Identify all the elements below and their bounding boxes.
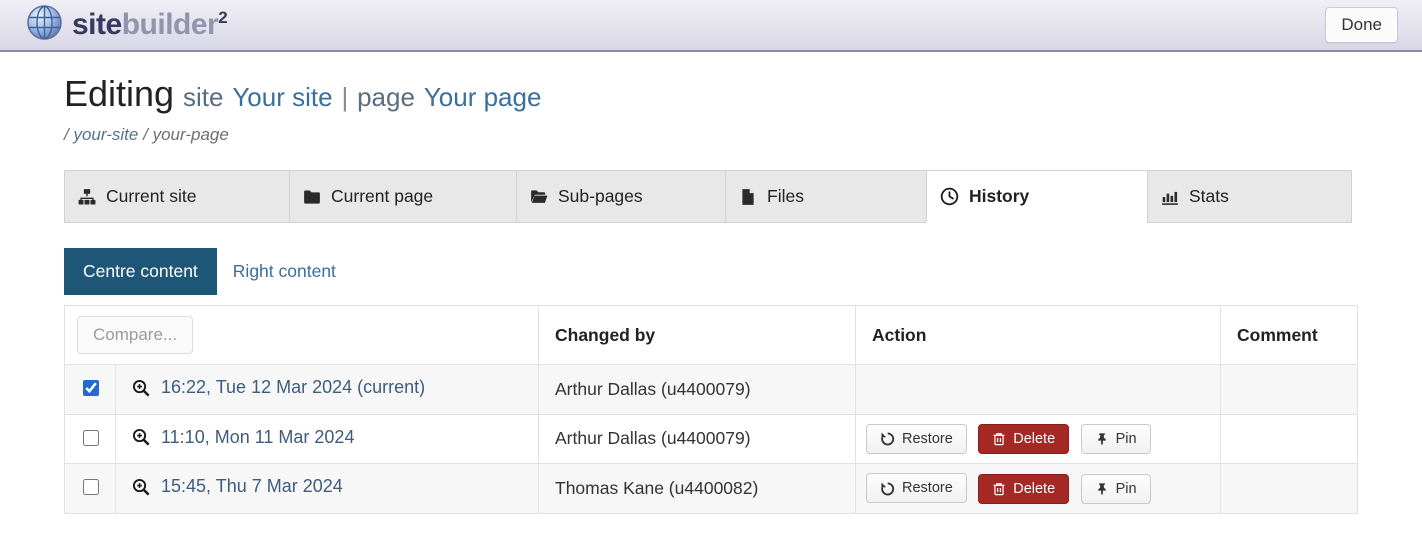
version-checkbox[interactable] bbox=[83, 479, 99, 495]
table-row: 15:45, Thu 7 Mar 2024 Thomas Kane (u4400… bbox=[65, 464, 1358, 514]
restore-button[interactable]: Restore bbox=[866, 424, 967, 454]
tab-label: Current page bbox=[331, 186, 433, 207]
delete-button[interactable]: Delete bbox=[978, 424, 1069, 454]
table-header-row: Compare... Changed by Action Comment bbox=[65, 306, 1358, 365]
tab-current-site[interactable]: Current site bbox=[64, 170, 290, 223]
breadcrumb-page: your-page bbox=[153, 125, 229, 144]
file-icon bbox=[739, 188, 757, 206]
editing-label: Editing bbox=[64, 73, 174, 114]
breadcrumb-slash: / bbox=[143, 125, 148, 144]
version-checkbox[interactable] bbox=[83, 430, 99, 446]
changed-by-cell: Thomas Kane (u4400082) bbox=[539, 464, 856, 514]
main-tab-bar: Current site Current page Sub-pages File… bbox=[64, 170, 1357, 223]
tab-label: Current site bbox=[106, 186, 196, 207]
zoom-in-icon bbox=[132, 428, 150, 446]
undo-icon bbox=[880, 481, 895, 496]
site-name-link[interactable]: Your site bbox=[232, 82, 332, 112]
table-row: 11:10, Mon 11 Mar 2024 Arthur Dallas (u4… bbox=[65, 414, 1358, 464]
undo-icon bbox=[880, 431, 895, 446]
comment-cell bbox=[1221, 365, 1358, 415]
checkbox-cell bbox=[65, 365, 116, 415]
version-label: 16:22, Tue 12 Mar 2024 (current) bbox=[161, 377, 425, 398]
comment-cell bbox=[1221, 414, 1358, 464]
table-row: 16:22, Tue 12 Mar 2024 (current) Arthur … bbox=[65, 365, 1358, 415]
version-link[interactable]: 11:10, Mon 11 Mar 2024 bbox=[132, 427, 354, 448]
folder-icon bbox=[303, 188, 321, 206]
breadcrumb: / your-site / your-page bbox=[64, 125, 1357, 145]
tab-label: Sub-pages bbox=[558, 186, 643, 207]
compare-button[interactable]: Compare... bbox=[77, 316, 193, 354]
pin-button[interactable]: Pin bbox=[1081, 424, 1151, 454]
changed-by-cell: Arthur Dallas (u4400079) bbox=[539, 414, 856, 464]
delete-label: Delete bbox=[1013, 481, 1055, 497]
action-cell: Restore Delete Pin bbox=[856, 414, 1221, 464]
delete-button[interactable]: Delete bbox=[978, 474, 1069, 504]
column-action: Action bbox=[856, 306, 1221, 365]
tab-right-content[interactable]: Right content bbox=[233, 261, 336, 282]
sitebuilder-logo: sitebuilder2 bbox=[26, 4, 227, 46]
logo-wordmark: sitebuilder2 bbox=[72, 8, 227, 42]
restore-button[interactable]: Restore bbox=[866, 473, 967, 503]
action-cell: Restore Delete Pin bbox=[856, 464, 1221, 514]
pin-icon bbox=[1095, 482, 1109, 496]
tab-sub-pages[interactable]: Sub-pages bbox=[516, 170, 726, 223]
globe-icon bbox=[26, 4, 63, 46]
checkbox-cell bbox=[65, 464, 116, 514]
pin-button[interactable]: Pin bbox=[1081, 474, 1151, 504]
folder-open-icon bbox=[530, 188, 548, 206]
changed-by-cell: Arthur Dallas (u4400079) bbox=[539, 365, 856, 415]
content-tab-bar: Centre content Right content bbox=[64, 248, 1357, 295]
breadcrumb-site-link[interactable]: your-site bbox=[73, 125, 138, 144]
done-button[interactable]: Done bbox=[1325, 7, 1398, 43]
checkbox-cell bbox=[65, 414, 116, 464]
bar-chart-icon bbox=[1161, 188, 1179, 206]
history-table: Compare... Changed by Action Comment bbox=[64, 305, 1358, 514]
column-comment: Comment bbox=[1221, 306, 1358, 365]
site-word: site bbox=[183, 82, 223, 112]
tab-label: Files bbox=[767, 186, 804, 207]
page-title: Editing site Your site | page Your page bbox=[64, 73, 1357, 115]
trash-icon bbox=[992, 432, 1006, 446]
title-divider: | bbox=[341, 82, 348, 112]
tab-label: History bbox=[969, 186, 1029, 207]
pin-icon bbox=[1095, 432, 1109, 446]
clock-icon bbox=[940, 187, 959, 206]
tab-label: Stats bbox=[1189, 186, 1229, 207]
version-label: 11:10, Mon 11 Mar 2024 bbox=[161, 427, 354, 448]
restore-label: Restore bbox=[902, 431, 953, 447]
version-cell: 15:45, Thu 7 Mar 2024 bbox=[116, 464, 539, 514]
compare-header-cell: Compare... bbox=[65, 306, 539, 365]
main-content: Editing site Your site | page Your page … bbox=[0, 73, 1422, 514]
tab-centre-content[interactable]: Centre content bbox=[64, 248, 217, 295]
page-word: page bbox=[357, 82, 415, 112]
version-link[interactable]: 15:45, Thu 7 Mar 2024 bbox=[132, 476, 343, 497]
restore-label: Restore bbox=[902, 480, 953, 496]
pin-label: Pin bbox=[1116, 431, 1137, 447]
trash-icon bbox=[992, 482, 1006, 496]
zoom-in-icon bbox=[132, 478, 150, 496]
comment-cell bbox=[1221, 464, 1358, 514]
page-name-link[interactable]: Your page bbox=[424, 82, 542, 112]
top-bar: sitebuilder2 Done bbox=[0, 0, 1422, 52]
pin-label: Pin bbox=[1116, 481, 1137, 497]
sitemap-icon bbox=[78, 188, 96, 206]
version-checkbox[interactable] bbox=[83, 380, 99, 396]
action-cell bbox=[856, 365, 1221, 415]
tab-stats[interactable]: Stats bbox=[1147, 170, 1352, 223]
breadcrumb-slash: / bbox=[64, 125, 69, 144]
tab-files[interactable]: Files bbox=[725, 170, 927, 223]
version-cell: 16:22, Tue 12 Mar 2024 (current) bbox=[116, 365, 539, 415]
zoom-in-icon bbox=[132, 379, 150, 397]
delete-label: Delete bbox=[1013, 431, 1055, 447]
version-label: 15:45, Thu 7 Mar 2024 bbox=[161, 476, 343, 497]
version-cell: 11:10, Mon 11 Mar 2024 bbox=[116, 414, 539, 464]
column-changed-by: Changed by bbox=[539, 306, 856, 365]
tab-current-page[interactable]: Current page bbox=[289, 170, 517, 223]
tab-history[interactable]: History bbox=[926, 170, 1148, 223]
version-link[interactable]: 16:22, Tue 12 Mar 2024 (current) bbox=[132, 377, 425, 398]
